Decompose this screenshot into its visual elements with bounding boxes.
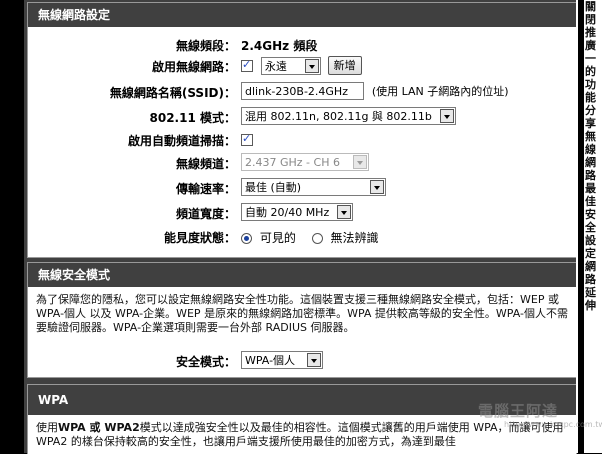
enable-wireless-checkbox[interactable] (241, 58, 253, 72)
security-mode-panel: 無線安全模式 為了保障您的隱私，您可以設定無線網路安全性功能。這個裝置支援三種無… (27, 262, 577, 378)
visibility-label: 能見度狀態： (163, 231, 236, 245)
ssid-hint: (使用 LAN 子網路內的位址) (371, 84, 509, 98)
enable-controls: 永遠 新增 (241, 56, 362, 75)
rate-row: 傳輸速率： 最佳 (自動) (28, 176, 576, 198)
panel-title: 無線安全模式 (28, 263, 576, 287)
sidebar-divider (578, 0, 584, 453)
schedule-select[interactable]: 永遠 (260, 56, 321, 75)
security-mode-label: 安全模式： (175, 355, 236, 369)
channel-width-value: 自動 20/40 MHz (245, 206, 330, 219)
wpa-desc-or: 或 (85, 421, 105, 434)
invisible-label: 無法辨識 (330, 231, 379, 245)
security-mode-controls: WPA-個人 (241, 351, 323, 369)
channel-value: 2.437 GHz - CH 6 (245, 156, 340, 169)
chevron-down-icon (440, 109, 454, 123)
band-label: 無線頻段： (175, 39, 236, 53)
rate-value: 最佳 (自動) (245, 181, 302, 194)
new-schedule-button[interactable]: 新增 (327, 56, 362, 75)
chevron-down-icon (307, 353, 321, 367)
rate-select[interactable]: 最佳 (自動) (241, 178, 386, 196)
schedule-select-value: 永遠 (264, 59, 287, 73)
chevron-down-icon (337, 205, 351, 219)
watermark-logo: 電腦王阿達 (478, 402, 559, 420)
wpa-desc-bold2: WPA2 (104, 421, 140, 434)
auto-channel-controls (241, 132, 253, 146)
chevron-down-icon (304, 58, 319, 73)
wpa-desc-prefix: 使用 (36, 421, 58, 434)
visible-radio[interactable] (241, 233, 252, 244)
auto-channel-row: 啟用自動頻道掃描： (28, 128, 576, 150)
left-border (0, 0, 24, 453)
main-content: 無線網路設定 無線頻段： 2.4GHz 頻段 啟用無線網路： 永遠 新增 無線網… (24, 0, 577, 454)
auto-channel-checkbox[interactable] (241, 132, 253, 146)
width-label: 頻道寬度： (175, 207, 236, 221)
invisible-radio[interactable] (311, 233, 323, 244)
chevron-down-icon (370, 180, 384, 194)
chevron-down-icon (353, 155, 367, 169)
watermark-url: http://www.kocpc.com.tw (504, 420, 602, 429)
wireless-mode-value: 混用 802.11n, 802.11g 與 802.11b (245, 110, 432, 123)
wpa-desc-bold1: WPA (58, 421, 86, 434)
visibility-row: 能見度狀態： 可見的 無法辨識 (28, 225, 576, 247)
visibility-controls: 可見的 無法辨識 (241, 229, 379, 246)
mode-row: 802.11 模式： 混用 802.11n, 802.11g 與 802.11b (28, 105, 576, 127)
rate-label: 傳輸速率： (175, 182, 236, 196)
channel-label: 無線頻道： (175, 157, 236, 171)
rate-controls: 最佳 (自動) (241, 178, 386, 196)
ssid-controls: dlink-230B-2.4GHz (使用 LAN 子網路內的位址) (241, 82, 509, 100)
ssid-label: 無線網路名稱(SSID)： (109, 86, 236, 100)
channel-controls: 2.437 GHz - CH 6 (241, 153, 369, 171)
wireless-settings-panel: 無線網路設定 無線頻段： 2.4GHz 頻段 啟用無線網路： 永遠 新增 無線網… (27, 2, 577, 258)
mode-controls: 混用 802.11n, 802.11g 與 802.11b (241, 107, 456, 125)
security-mode-row: 安全模式： WPA-個人 (28, 349, 576, 371)
security-mode-value: WPA-個人 (245, 354, 296, 367)
width-row: 頻道寬度： 自動 20/40 MHz (28, 201, 576, 223)
channel-select[interactable]: 2.437 GHz - CH 6 (241, 153, 369, 171)
wireless-mode-select[interactable]: 混用 802.11n, 802.11g 與 802.11b (241, 107, 456, 125)
security-description: 為了保障您的隱私，您可以設定無線網路安全性功能。這個裝置支援三種無線網路安全模式… (36, 293, 568, 334)
ssid-input[interactable]: dlink-230B-2.4GHz (241, 82, 364, 100)
right-help-sidebar: 關閉推廣一的功能分享無線網路最佳安全設定網路延伸 (576, 0, 602, 453)
visible-label: 可見的 (259, 231, 296, 245)
auto-channel-label: 啟用自動頻道掃描： (127, 134, 236, 148)
security-mode-select[interactable]: WPA-個人 (241, 351, 323, 369)
panel-title: 無線網路設定 (28, 3, 576, 27)
ssid-row: 無線網路名稱(SSID)： dlink-230B-2.4GHz (使用 LAN … (28, 80, 576, 102)
channel-row: 無線頻道： 2.437 GHz - CH 6 (28, 151, 576, 173)
band-value: 2.4GHz 頻段 (241, 39, 318, 53)
mode-label: 802.11 模式： (149, 111, 237, 125)
band-row: 無線頻段： 2.4GHz 頻段 (28, 33, 576, 55)
sidebar-help-text: 關閉推廣一的功能分享無線網路最佳安全設定網路延伸 (585, 0, 596, 312)
enable-label: 啟用無線網路： (151, 60, 236, 74)
browser-frame: 無線網路設定 無線頻段： 2.4GHz 頻段 啟用無線網路： 永遠 新增 無線網… (0, 0, 602, 454)
channel-width-select[interactable]: 自動 20/40 MHz (241, 203, 353, 221)
enable-row: 啟用無線網路： 永遠 新增 (28, 54, 576, 76)
width-controls: 自動 20/40 MHz (241, 203, 353, 221)
